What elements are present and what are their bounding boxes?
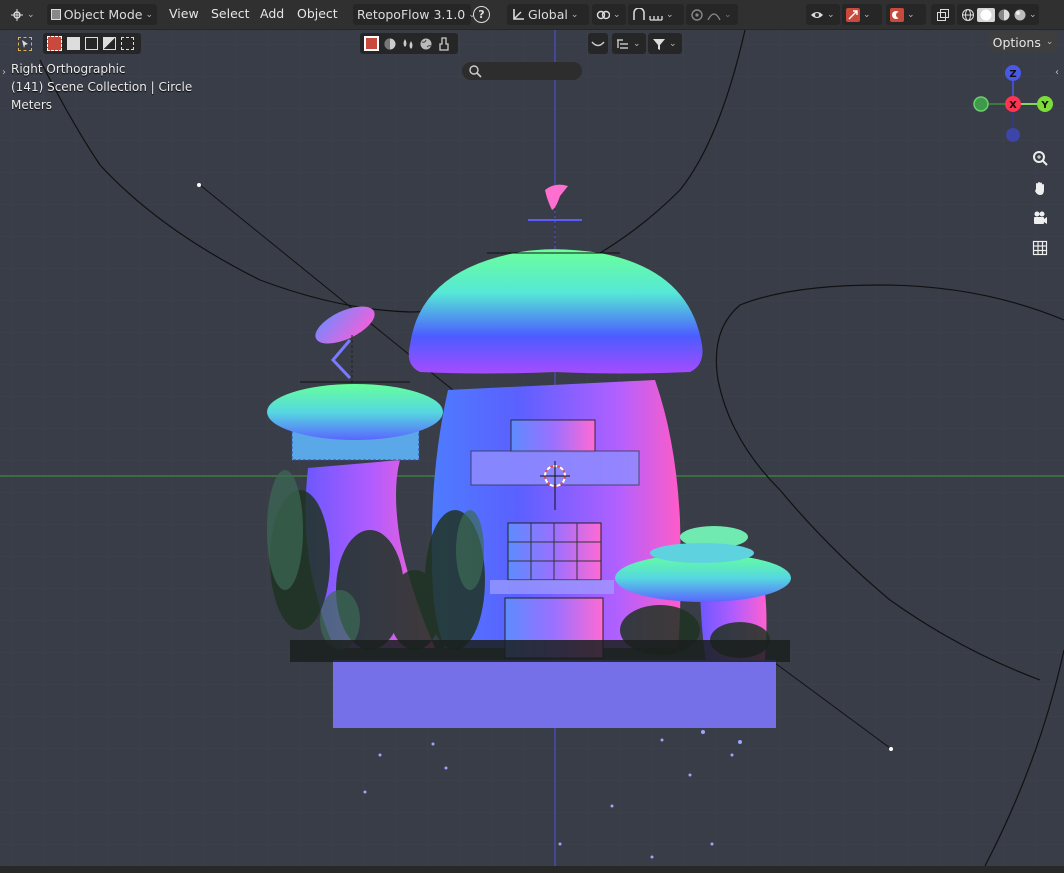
collection-info: (141) Scene Collection | Circle bbox=[11, 80, 193, 94]
gizmo-icon bbox=[846, 7, 860, 22]
transform-orientation-icon bbox=[511, 8, 525, 22]
select-subtract-icon[interactable] bbox=[85, 37, 98, 50]
view-name: Right Orthographic bbox=[11, 62, 126, 76]
options-dropdown[interactable]: Options ⌄ bbox=[989, 32, 1057, 52]
chevron-down-icon: ⌄ bbox=[1029, 9, 1037, 20]
mode-selector[interactable]: Object Mode ⌄ bbox=[47, 4, 157, 25]
list-sort-icon bbox=[616, 37, 630, 51]
menu-select[interactable]: Select bbox=[211, 6, 250, 21]
solid-shading-icon[interactable] bbox=[977, 7, 995, 22]
visibility-selector[interactable]: ⌄ bbox=[806, 4, 840, 25]
xray-icon bbox=[936, 8, 950, 22]
object-mode-icon bbox=[51, 9, 61, 20]
chevron-down-icon: ⌄ bbox=[827, 9, 835, 20]
pivot-icon bbox=[596, 8, 611, 22]
help-icon: ? bbox=[473, 6, 490, 23]
snap-icon bbox=[632, 6, 646, 22]
navigation-gizmo[interactable]: Z X Y bbox=[965, 60, 1060, 152]
sidebar-toggle-left[interactable]: › bbox=[2, 67, 6, 78]
select-box-tool-icon bbox=[18, 36, 32, 51]
overlay-toggle[interactable]: ⌄ bbox=[886, 4, 926, 25]
mode-label: Object Mode bbox=[63, 7, 143, 22]
svg-text:Z: Z bbox=[1009, 69, 1016, 80]
wireframe-shading-icon[interactable] bbox=[961, 8, 975, 22]
snap-selector[interactable]: ⌄ bbox=[628, 4, 684, 25]
xray-toggle[interactable] bbox=[931, 4, 955, 25]
gizmo-toggle[interactable]: ⌄ bbox=[842, 4, 882, 25]
chevron-down-icon: ⌄ bbox=[863, 9, 871, 20]
rendered-shading-icon[interactable] bbox=[1013, 8, 1027, 22]
select-new-icon[interactable] bbox=[47, 36, 62, 51]
viewport-header: ⌄ Object Mode ⌄ View Select Add Object R… bbox=[0, 0, 1064, 30]
snap-increment-icon bbox=[649, 8, 663, 22]
chevron-down-icon: ⌄ bbox=[666, 9, 674, 20]
shading-selector[interactable]: ⌄ bbox=[957, 4, 1039, 25]
camera-icon[interactable] bbox=[1028, 206, 1052, 230]
scene-render bbox=[0, 0, 1064, 873]
3d-viewport[interactable]: Right Orthographic (141) Scene Collectio… bbox=[0, 0, 1064, 873]
pivot-selector[interactable]: ⌄ bbox=[592, 4, 626, 25]
status-bar bbox=[0, 866, 1064, 873]
menu-object[interactable]: Object bbox=[297, 6, 338, 21]
search-input[interactable] bbox=[462, 62, 582, 80]
chevron-down-icon: ⌄ bbox=[633, 38, 641, 49]
editor-type-icon bbox=[10, 8, 24, 22]
curve-icon bbox=[591, 37, 605, 51]
select-invert-icon[interactable] bbox=[103, 37, 116, 50]
svg-text:Y: Y bbox=[1040, 100, 1049, 111]
falloff-icon bbox=[707, 8, 721, 22]
orientation-label: Global bbox=[528, 7, 568, 22]
active-tool-button[interactable] bbox=[13, 33, 37, 54]
chevron-down-icon: ⌄ bbox=[27, 9, 35, 20]
svg-text:X: X bbox=[1009, 100, 1017, 111]
filter-selector[interactable]: ⌄ bbox=[648, 33, 682, 54]
retopoflow-menu[interactable]: RetopoFlow 3.1.0 ⌄ bbox=[353, 4, 476, 25]
proportional-editing[interactable]: ⌄ bbox=[686, 4, 738, 25]
menu-add[interactable]: Add bbox=[260, 6, 284, 21]
pan-hand-icon[interactable] bbox=[1028, 176, 1052, 200]
options-label: Options bbox=[992, 34, 1041, 50]
editor-type-selector[interactable]: ⌄ bbox=[6, 4, 44, 25]
select-intersect-icon[interactable] bbox=[121, 37, 134, 50]
select-extend-icon[interactable] bbox=[67, 37, 80, 50]
transform-orientation-selector[interactable]: Global ⌄ bbox=[507, 4, 589, 25]
overlay-icon bbox=[890, 7, 904, 22]
mesh-filter-icon[interactable] bbox=[364, 36, 379, 51]
search-icon bbox=[468, 64, 482, 78]
filter-funnel-icon bbox=[652, 37, 666, 51]
sort-selector[interactable]: ⌄ bbox=[612, 33, 646, 54]
chevron-down-icon: ⌄ bbox=[613, 9, 621, 20]
subdivision-toggle[interactable] bbox=[588, 33, 608, 54]
selection-mode-group bbox=[43, 33, 141, 54]
visibility-icon bbox=[810, 8, 824, 22]
chevron-down-icon: ⌄ bbox=[669, 38, 677, 49]
proportional-editing-icon bbox=[690, 8, 704, 22]
drops-filter-icon[interactable] bbox=[401, 37, 415, 51]
brush-filter-icon[interactable] bbox=[437, 36, 451, 51]
material-shading-icon[interactable] bbox=[997, 8, 1011, 22]
zoom-icon[interactable] bbox=[1028, 146, 1052, 170]
chevron-down-icon: ⌄ bbox=[907, 9, 915, 20]
chevron-down-icon: ⌄ bbox=[145, 9, 153, 20]
retopoflow-label: RetopoFlow 3.1.0 bbox=[357, 7, 466, 22]
help-button[interactable]: ? bbox=[471, 4, 493, 25]
filter-toggles bbox=[360, 33, 458, 54]
tool-header: ⌄ ⌄ Options ⌄ bbox=[0, 29, 1064, 80]
chevron-down-icon: ⌄ bbox=[570, 9, 579, 20]
chevron-down-icon: ⌄ bbox=[724, 9, 732, 20]
chevron-down-icon: ⌄ bbox=[1045, 37, 1054, 47]
shaded-filter-icon[interactable] bbox=[383, 37, 397, 51]
grid-icon[interactable] bbox=[1028, 236, 1052, 260]
menu-view[interactable]: View bbox=[169, 6, 199, 21]
world-filter-icon[interactable] bbox=[419, 37, 433, 51]
units-info: Meters bbox=[11, 98, 53, 112]
